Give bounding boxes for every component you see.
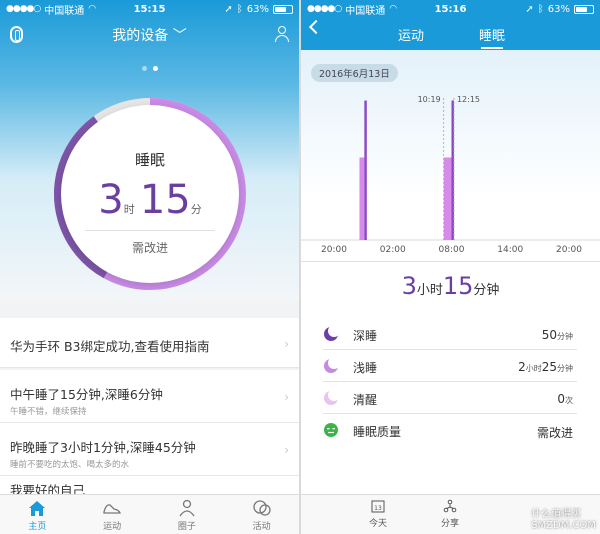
sleep-detail-screen: 运动 睡眠 ●●●●○ 中国联通 ◠ 15:16 ➚ ᛒ 63% 2016年6月… (301, 0, 600, 534)
deep-sleep-moon-icon (324, 326, 339, 341)
light-sleep-moon-icon (324, 358, 339, 373)
chevron-right-icon: › (284, 336, 289, 351)
tab-activity[interactable]: 活动 (224, 495, 299, 534)
ring-minutes-unit: 分 (190, 203, 202, 216)
stat-label: 清醒 (353, 393, 378, 407)
page-dot-active (152, 66, 158, 71)
home-icon (29, 501, 46, 516)
chart-x-tick-label: 20:00 (321, 245, 347, 255)
chevron-right-icon: › (284, 443, 289, 457)
chart-x-tick-label: 20:00 (556, 245, 582, 255)
summary-hours-unit: 小时 (416, 283, 443, 298)
share-icon (443, 499, 457, 513)
chart-x-tick-label: 02:00 (380, 245, 406, 255)
face-icon (324, 423, 338, 437)
stat-label: 浅睡 (353, 361, 378, 375)
ring-divider (85, 230, 215, 231)
ring-hours-unit: 时 (123, 203, 135, 216)
stat-row-awake: 清醒 0次 (323, 382, 577, 414)
device-selector[interactable]: 我的设备 ﹀ (0, 25, 299, 45)
tab-circle[interactable]: 圈子 (150, 495, 225, 534)
chat-icon (252, 500, 271, 516)
chevron-down-icon: ﹀ (172, 28, 187, 44)
ring-minutes: 15 (139, 177, 191, 223)
tab-label: 主页 (28, 522, 47, 532)
tab-label: 运动 (103, 522, 122, 532)
stat-value: 需改进 (536, 426, 573, 440)
tab-home[interactable]: 主页 (0, 495, 75, 534)
sleep-ring[interactable]: 睡眠 3时 15分 需改进 (52, 96, 248, 292)
status-time: 15:15 (133, 3, 166, 15)
shoe-icon (103, 504, 122, 514)
calendar-day: 13 (374, 505, 382, 512)
toolbar-label: 今天 (368, 519, 387, 529)
stat-row-light: 浅睡 2小时25分钟 (323, 350, 577, 382)
tab-run[interactable]: 运动 (398, 25, 424, 44)
summary-minutes-unit: 分钟 (473, 283, 500, 298)
list-item[interactable]: 中午睡了15分钟,深睡6分钟 午睡不错，继续保持 › (0, 370, 299, 423)
home-screen: ●●●●○ 中国联通 ◠ 15:15 ➚ ᛒ 63% 我的设备 ﹀ 睡眠 3时 … (0, 0, 299, 534)
bottom-toolbar: 13 今天 分享 什么值得买 SMZDM.COM (301, 494, 600, 534)
user-icon[interactable] (275, 26, 289, 42)
toolbar-label: 分享 (440, 519, 459, 529)
message-list: 华为手环 B3绑定成功,查看使用指南 › 中午睡了15分钟,深睡6分钟 午睡不错… (0, 318, 299, 498)
ring-center: 睡眠 3时 15分 需改进 (61, 105, 239, 283)
battery-icon (574, 4, 594, 14)
battery-icon (273, 4, 293, 14)
chart-bar-light (443, 157, 452, 240)
chart-annotation-label: 12:15 (457, 95, 480, 104)
share-button[interactable]: 分享 (425, 499, 475, 529)
back-icon[interactable] (308, 19, 324, 35)
chart-x-tick-label: 08:00 (439, 245, 465, 255)
tab-bar: 主页 运动 圈子 活动 (0, 494, 299, 534)
list-item[interactable]: 华为手环 B3绑定成功,查看使用指南 › (0, 318, 299, 368)
awake-moon-icon (324, 390, 339, 405)
stat-value: 50分钟 (541, 328, 573, 342)
today-button[interactable]: 13 今天 (353, 499, 403, 529)
sleep-chart: 10:19 12:15 20:00 02:00 08:00 14:00 20:00 (301, 95, 600, 255)
status-time: 15:16 (434, 3, 467, 15)
tab-sleep[interactable]: 睡眠 (479, 25, 505, 44)
stat-row-deep: 深睡 50分钟 (323, 318, 577, 350)
stat-value: 2小时25分钟 (518, 360, 573, 374)
ring-duration: 3时 15分 (61, 177, 239, 223)
active-tab-underline (481, 47, 503, 49)
status-bar: ●●●●○ 中国联通 ◠ 15:16 ➚ ᛒ 63% (301, 0, 600, 18)
summary-hours: 3 (401, 272, 417, 300)
sleep-stats: 深睡 50分钟 浅睡 2小时25分钟 清醒 0次 睡眠质量 需改进 (323, 318, 577, 446)
calendar-icon: 13 (371, 500, 385, 513)
list-item-title: 中午睡了15分钟,深睡6分钟 (10, 387, 163, 402)
page-dot (141, 66, 147, 71)
page-title: 我的设备 (112, 28, 169, 44)
chevron-right-icon: › (284, 390, 289, 404)
list-item-title: 昨晚睡了3小时1分钟,深睡45分钟 (10, 440, 196, 455)
chart-bar-deep (364, 100, 367, 240)
tab-label: 活动 (252, 522, 271, 532)
sleep-summary: 3小时15分钟 (301, 272, 600, 300)
summary-minutes: 15 (442, 272, 474, 300)
watermark: 什么值得买 SMZDM.COM (531, 509, 596, 531)
list-item-subtitle: 睡前不要吃的太饱、喝太多的水 (10, 460, 130, 470)
stat-row-quality: 睡眠质量 需改进 (323, 414, 577, 446)
sleep-chart-area[interactable]: 2016年6月13日 10:19 12:15 20:00 02:00 08:00 14:0… (301, 50, 600, 262)
chart-bar-light (359, 157, 365, 240)
chart-x-tick-label: 14:00 (497, 245, 523, 255)
ring-title: 睡眠 (134, 151, 165, 169)
stat-label: 睡眠质量 (353, 425, 402, 439)
list-item[interactable]: 昨晚睡了3小时1分钟,深睡45分钟 睡前不要吃的太饱、喝太多的水 › (0, 423, 299, 476)
chart-annotation-label: 10:19 (418, 95, 441, 104)
tab-label: 圈子 (177, 522, 196, 532)
group-icon (179, 499, 195, 517)
status-bar: ●●●●○ 中国联通 ◠ 15:15 ➚ ᛒ 63% (0, 0, 299, 18)
ring-hours: 3 (98, 177, 124, 223)
list-item-title: 华为手环 B3绑定成功,查看使用指南 (10, 339, 210, 354)
list-item[interactable]: 我要好的自己 (0, 476, 299, 498)
nav-bar: 我的设备 ﹀ (0, 18, 299, 50)
ring-status: 需改进 (131, 241, 168, 255)
stat-value: 0次 (557, 392, 573, 406)
list-item-subtitle: 午睡不错，继续保持 (10, 407, 87, 417)
tab-sport[interactable]: 运动 (75, 495, 150, 534)
page-indicator (0, 56, 299, 75)
stat-label: 深睡 (353, 329, 378, 343)
